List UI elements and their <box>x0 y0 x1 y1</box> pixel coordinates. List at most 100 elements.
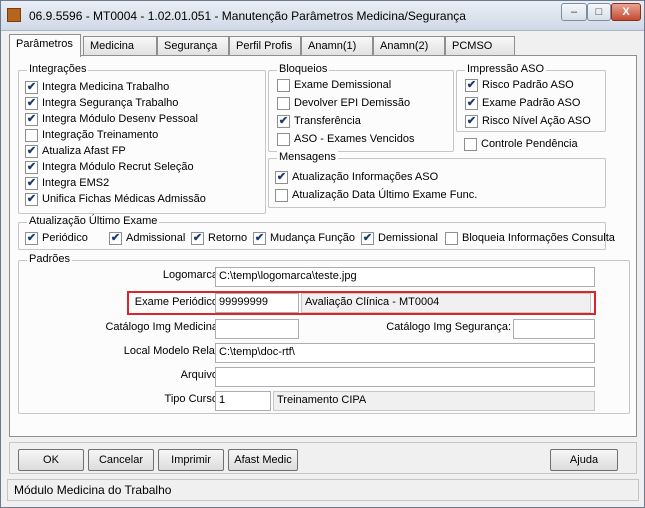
checkbox-box[interactable]: ✔ <box>253 231 266 245</box>
checkbox-exame-demissional[interactable]: Exame Demissional <box>277 77 391 93</box>
checkbox-box[interactable]: ✔ <box>465 78 478 92</box>
arquivo-input[interactable] <box>215 367 595 387</box>
checkbox-integra-seguranca[interactable]: ✔ Integra Segurança Trabalho <box>25 95 178 111</box>
group-mensagens-title: Mensagens <box>277 151 338 163</box>
checkbox-risco-nivel-acao[interactable]: ✔ Risco Nível Ação ASO <box>465 113 591 129</box>
ok-button[interactable]: OK <box>18 449 84 471</box>
checkbox-exame-padrao[interactable]: ✔ Exame Padrão ASO <box>465 95 580 111</box>
imprimir-button[interactable]: Imprimir <box>158 449 224 471</box>
checkbox-periodico[interactable]: ✔ Periódico <box>25 230 88 246</box>
checkbox-label: Integra Módulo Desenv Pessoal <box>42 113 198 125</box>
checkbox-label: Bloqueia Informações Consulta <box>462 232 615 244</box>
checkbox-box[interactable]: ✔ <box>465 114 478 128</box>
exame-periodico-input[interactable]: 99999999 <box>215 293 299 313</box>
checkbox-box[interactable]: ✔ <box>277 114 290 128</box>
checkbox-risco-padrao[interactable]: ✔ Risco Padrão ASO <box>465 77 574 93</box>
checkbox-unifica-fichas[interactable]: ✔ Unifica Fichas Médicas Admissão <box>25 191 206 207</box>
checkbox-box[interactable]: ✔ <box>25 192 38 206</box>
checkbox-label: Controle Pendência <box>481 138 578 150</box>
checkbox-label: Integra Segurança Trabalho <box>42 97 179 109</box>
checkbox-label: Integra Módulo Recrut Seleção <box>42 161 194 173</box>
checkbox-controle-pendencia[interactable]: Controle Pendência <box>464 136 578 152</box>
checkbox-box[interactable] <box>25 128 38 142</box>
checkbox-box[interactable]: ✔ <box>25 112 38 126</box>
tipo-curso-input[interactable]: 1 <box>215 391 271 411</box>
checkbox-atualizacao-data-ultimo-exame[interactable]: Atualização Data Último Exame Func. <box>275 187 477 203</box>
local-modelo-input[interactable]: C:\temp\doc-rtf\ <box>215 343 595 363</box>
checkbox-bloqueia-informacoes[interactable]: Bloqueia Informações Consulta <box>445 230 615 246</box>
checkbox-label: Admissional <box>126 232 186 244</box>
tab-medicina[interactable]: Medicina <box>83 36 157 56</box>
checkbox-label: Unifica Fichas Médicas Admissão <box>42 193 206 205</box>
checkbox-integra-medicina[interactable]: ✔ Integra Medicina Trabalho <box>25 79 169 95</box>
minimize-button[interactable]: – <box>561 3 587 21</box>
checkbox-box[interactable] <box>275 188 288 202</box>
button-bar: OK Cancelar Imprimir Afast Medic Ajuda <box>9 442 637 474</box>
group-bloqueios: Bloqueios Exame Demissional Devolver EPI… <box>268 63 454 152</box>
tab-anamn-2[interactable]: Anamn(2) <box>373 36 445 56</box>
checkbox-box[interactable]: ✔ <box>25 160 38 174</box>
checkbox-box[interactable] <box>277 78 290 92</box>
cancelar-button[interactable]: Cancelar <box>88 449 154 471</box>
checkbox-admissional[interactable]: ✔ Admissional <box>109 230 185 246</box>
logomarca-label: Logomarca: <box>162 269 221 281</box>
checkbox-box[interactable]: ✔ <box>25 144 38 158</box>
checkbox-label: Atualiza Afast FP <box>42 145 126 157</box>
checkbox-atualizacao-informacoes-aso[interactable]: ✔ Atualização Informações ASO <box>275 169 438 185</box>
checkbox-box[interactable]: ✔ <box>191 231 204 245</box>
checkbox-label: Devolver EPI Demissão <box>294 97 411 109</box>
checkbox-integra-recrut[interactable]: ✔ Integra Módulo Recrut Seleção <box>25 159 194 175</box>
afast-medic-button[interactable]: Afast Medic <box>228 449 298 471</box>
checkbox-box[interactable] <box>277 96 290 110</box>
checkbox-box[interactable]: ✔ <box>25 96 38 110</box>
catalogo-seguranca-input[interactable] <box>513 319 595 339</box>
group-impressao-title: Impressão ASO <box>465 63 547 75</box>
checkbox-box[interactable] <box>277 132 290 146</box>
maximize-button[interactable]: □ <box>587 3 611 21</box>
checkbox-box[interactable]: ✔ <box>25 80 38 94</box>
checkbox-label: Integração Treinamento <box>42 129 159 141</box>
catalogo-seguranca-label: Catálogo Img Segurança: <box>386 321 511 333</box>
checkbox-label: Atualização Data Último Exame Func. <box>292 189 478 201</box>
checkbox-aso-exames-vencidos[interactable]: ASO - Exames Vencidos <box>277 131 414 147</box>
checkbox-box[interactable]: ✔ <box>465 96 478 110</box>
catalogo-medicina-input[interactable] <box>215 319 299 339</box>
checkbox-box[interactable]: ✔ <box>25 231 38 245</box>
checkbox-atualiza-afast[interactable]: ✔ Atualiza Afast FP <box>25 143 126 159</box>
checkbox-box[interactable]: ✔ <box>25 176 38 190</box>
checkbox-box[interactable]: ✔ <box>275 170 288 184</box>
tab-pcmso[interactable]: PCMSO <box>445 36 515 56</box>
tab-anamn-1[interactable]: Anamn(1) <box>301 36 373 56</box>
checkbox-integracao-treinamento[interactable]: Integração Treinamento <box>25 127 158 143</box>
checkbox-devolver-epi[interactable]: Devolver EPI Demissão <box>277 95 410 111</box>
group-impressao-aso: Impressão ASO ✔ Risco Padrão ASO ✔ Exame P… <box>456 63 606 132</box>
tab-seguranca[interactable]: Segurança <box>157 36 229 56</box>
checkbox-label: Exame Demissional <box>294 79 392 91</box>
ajuda-button[interactable]: Ajuda <box>550 449 618 471</box>
checkbox-demissional[interactable]: ✔ Demissional <box>361 230 438 246</box>
group-mensagens: Mensagens ✔ Atualização Informações ASO A… <box>268 151 606 208</box>
tipo-curso-label: Tipo Curso: <box>164 393 221 405</box>
checkbox-transferencia[interactable]: ✔ Transferência <box>277 113 361 129</box>
tab-perfil-profis[interactable]: Perfil Profis <box>229 36 301 56</box>
group-padroes-title: Padrões <box>27 253 72 265</box>
checkbox-label: Transferência <box>294 115 361 127</box>
checkbox-label: Integra Medicina Trabalho <box>42 81 170 93</box>
checkbox-integra-desenv-pessoal[interactable]: ✔ Integra Módulo Desenv Pessoal <box>25 111 198 127</box>
tab-parametros[interactable]: Parâmetros <box>9 34 81 57</box>
close-button[interactable]: X <box>611 3 641 21</box>
checkbox-retorno[interactable]: ✔ Retorno <box>191 230 247 246</box>
logomarca-input[interactable]: C:\temp\logomarca\teste.jpg <box>215 267 595 287</box>
checkbox-integra-ems2[interactable]: ✔ Integra EMS2 <box>25 175 109 191</box>
checkbox-label: Periódico <box>42 232 88 244</box>
checkbox-box[interactable]: ✔ <box>361 231 374 245</box>
checkbox-label: Mudança Função <box>270 232 355 244</box>
checkbox-mudanca-funcao[interactable]: ✔ Mudança Função <box>253 230 355 246</box>
checkbox-box[interactable]: ✔ <box>109 231 122 245</box>
catalogo-medicina-label: Catálogo Img Medicina: <box>105 321 221 333</box>
checkbox-box[interactable] <box>445 231 458 245</box>
local-modelo-label: Local Modelo Relat: <box>123 345 221 357</box>
status-bar: Módulo Medicina do Trabalho <box>7 479 639 501</box>
application-window: 06.9.5596 - MT0004 - 1.02.01.051 - Manut… <box>0 0 645 508</box>
checkbox-box[interactable] <box>464 137 477 151</box>
